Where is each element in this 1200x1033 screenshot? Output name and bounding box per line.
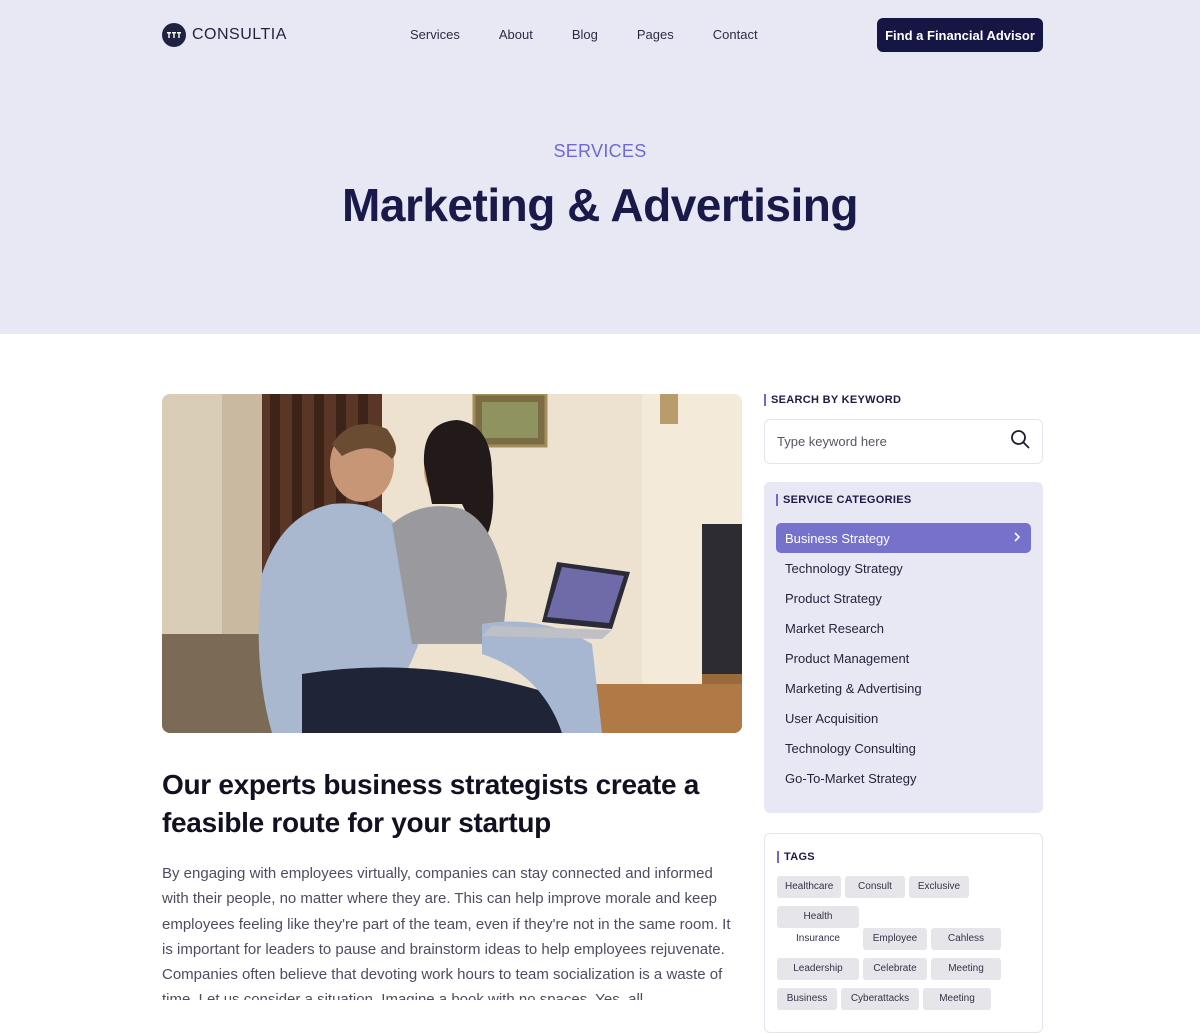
tag-cloud: Healthcare Consult Exclusive Health Insura… (777, 876, 1032, 1018)
couple-laptop-photo (162, 394, 742, 733)
tag-healthcare[interactable]: Healthcare (777, 876, 841, 898)
category-item-marketing-advertising[interactable]: Marketing & Advertising (776, 673, 1031, 703)
main-menu: Services About Blog Pages Contact (410, 27, 797, 42)
tag-business[interactable]: Business (777, 988, 837, 1010)
article-heading: Our experts business strategists create … (162, 769, 700, 838)
find-advisor-button[interactable]: Find a Financial Advisor (877, 18, 1043, 52)
tag-meeting-2[interactable]: Meeting (923, 988, 991, 1010)
tag-consult[interactable]: Consult (845, 876, 905, 898)
search-box (764, 419, 1043, 464)
article-body: By engaging with employees virtually, co… (162, 865, 731, 1000)
tag-leadership[interactable]: Leadership (777, 958, 859, 980)
category-item-business-strategy[interactable]: Business Strategy (776, 523, 1031, 553)
nav-link-about[interactable]: About (499, 27, 533, 42)
nav-link-contact[interactable]: Contact (713, 27, 758, 42)
category-list: Business Strategy Technology Strategy Pr… (776, 523, 1031, 793)
page-title: Marketing & Advertising (342, 179, 858, 231)
service-categories-widget: SERVICE CATEGORIES Business Strategy Tec… (764, 482, 1043, 813)
search-label: SEARCH BY KEYWORD (764, 394, 1043, 406)
nav-link-pages[interactable]: Pages (637, 27, 674, 42)
nav-link-services[interactable]: Services (410, 27, 460, 42)
tag-employee[interactable]: Employee (863, 928, 927, 950)
category-item-user-acquisition[interactable]: User Acquisition (776, 703, 1031, 733)
search-widget: SEARCH BY KEYWORD (764, 394, 1043, 464)
page-eyebrow: SERVICES (553, 141, 647, 161)
keyword-search-input[interactable] (777, 434, 1010, 449)
top-navigation: CONSULTIA Services About Blog Pages Cont… (162, 18, 1043, 52)
tag-meeting[interactable]: Meeting (931, 958, 1001, 980)
chevron-right-icon (1012, 531, 1022, 546)
logo-mark-icon (162, 23, 186, 47)
category-item-product-management[interactable]: Product Management (776, 643, 1031, 673)
article-hero-image (162, 394, 742, 733)
brand-name: CONSULTIA (192, 26, 287, 43)
tag-celebrate[interactable]: Celebrate (863, 958, 927, 980)
categories-label: SERVICE CATEGORIES (776, 494, 1031, 506)
tags-label: TAGS (777, 851, 1030, 863)
nav-link-blog[interactable]: Blog (572, 27, 598, 42)
hero-banner: CONSULTIA Services About Blog Pages Cont… (0, 0, 1200, 334)
category-item-go-to-market[interactable]: Go-To-Market Strategy (776, 763, 1031, 793)
category-item-product-strategy[interactable]: Product Strategy (776, 583, 1031, 613)
category-item-label: Business Strategy (785, 530, 890, 546)
tags-widget: TAGS Healthcare Consult Exclusive Health I… (764, 833, 1043, 1033)
search-icon[interactable] (1010, 429, 1030, 454)
tag-cyberattacks[interactable]: Cyberattacks (841, 988, 919, 1010)
category-item-market-research[interactable]: Market Research (776, 613, 1031, 643)
category-item-technology-strategy[interactable]: Technology Strategy (776, 553, 1031, 583)
category-item-technology-consulting[interactable]: Technology Consulting (776, 733, 1031, 763)
tag-exclusive[interactable]: Exclusive (909, 876, 969, 898)
tag-health-insurance[interactable]: Health Insurance (777, 906, 859, 944)
brand-logo[interactable]: CONSULTIA (162, 22, 287, 48)
tag-cahless[interactable]: Cahless (931, 928, 1001, 950)
